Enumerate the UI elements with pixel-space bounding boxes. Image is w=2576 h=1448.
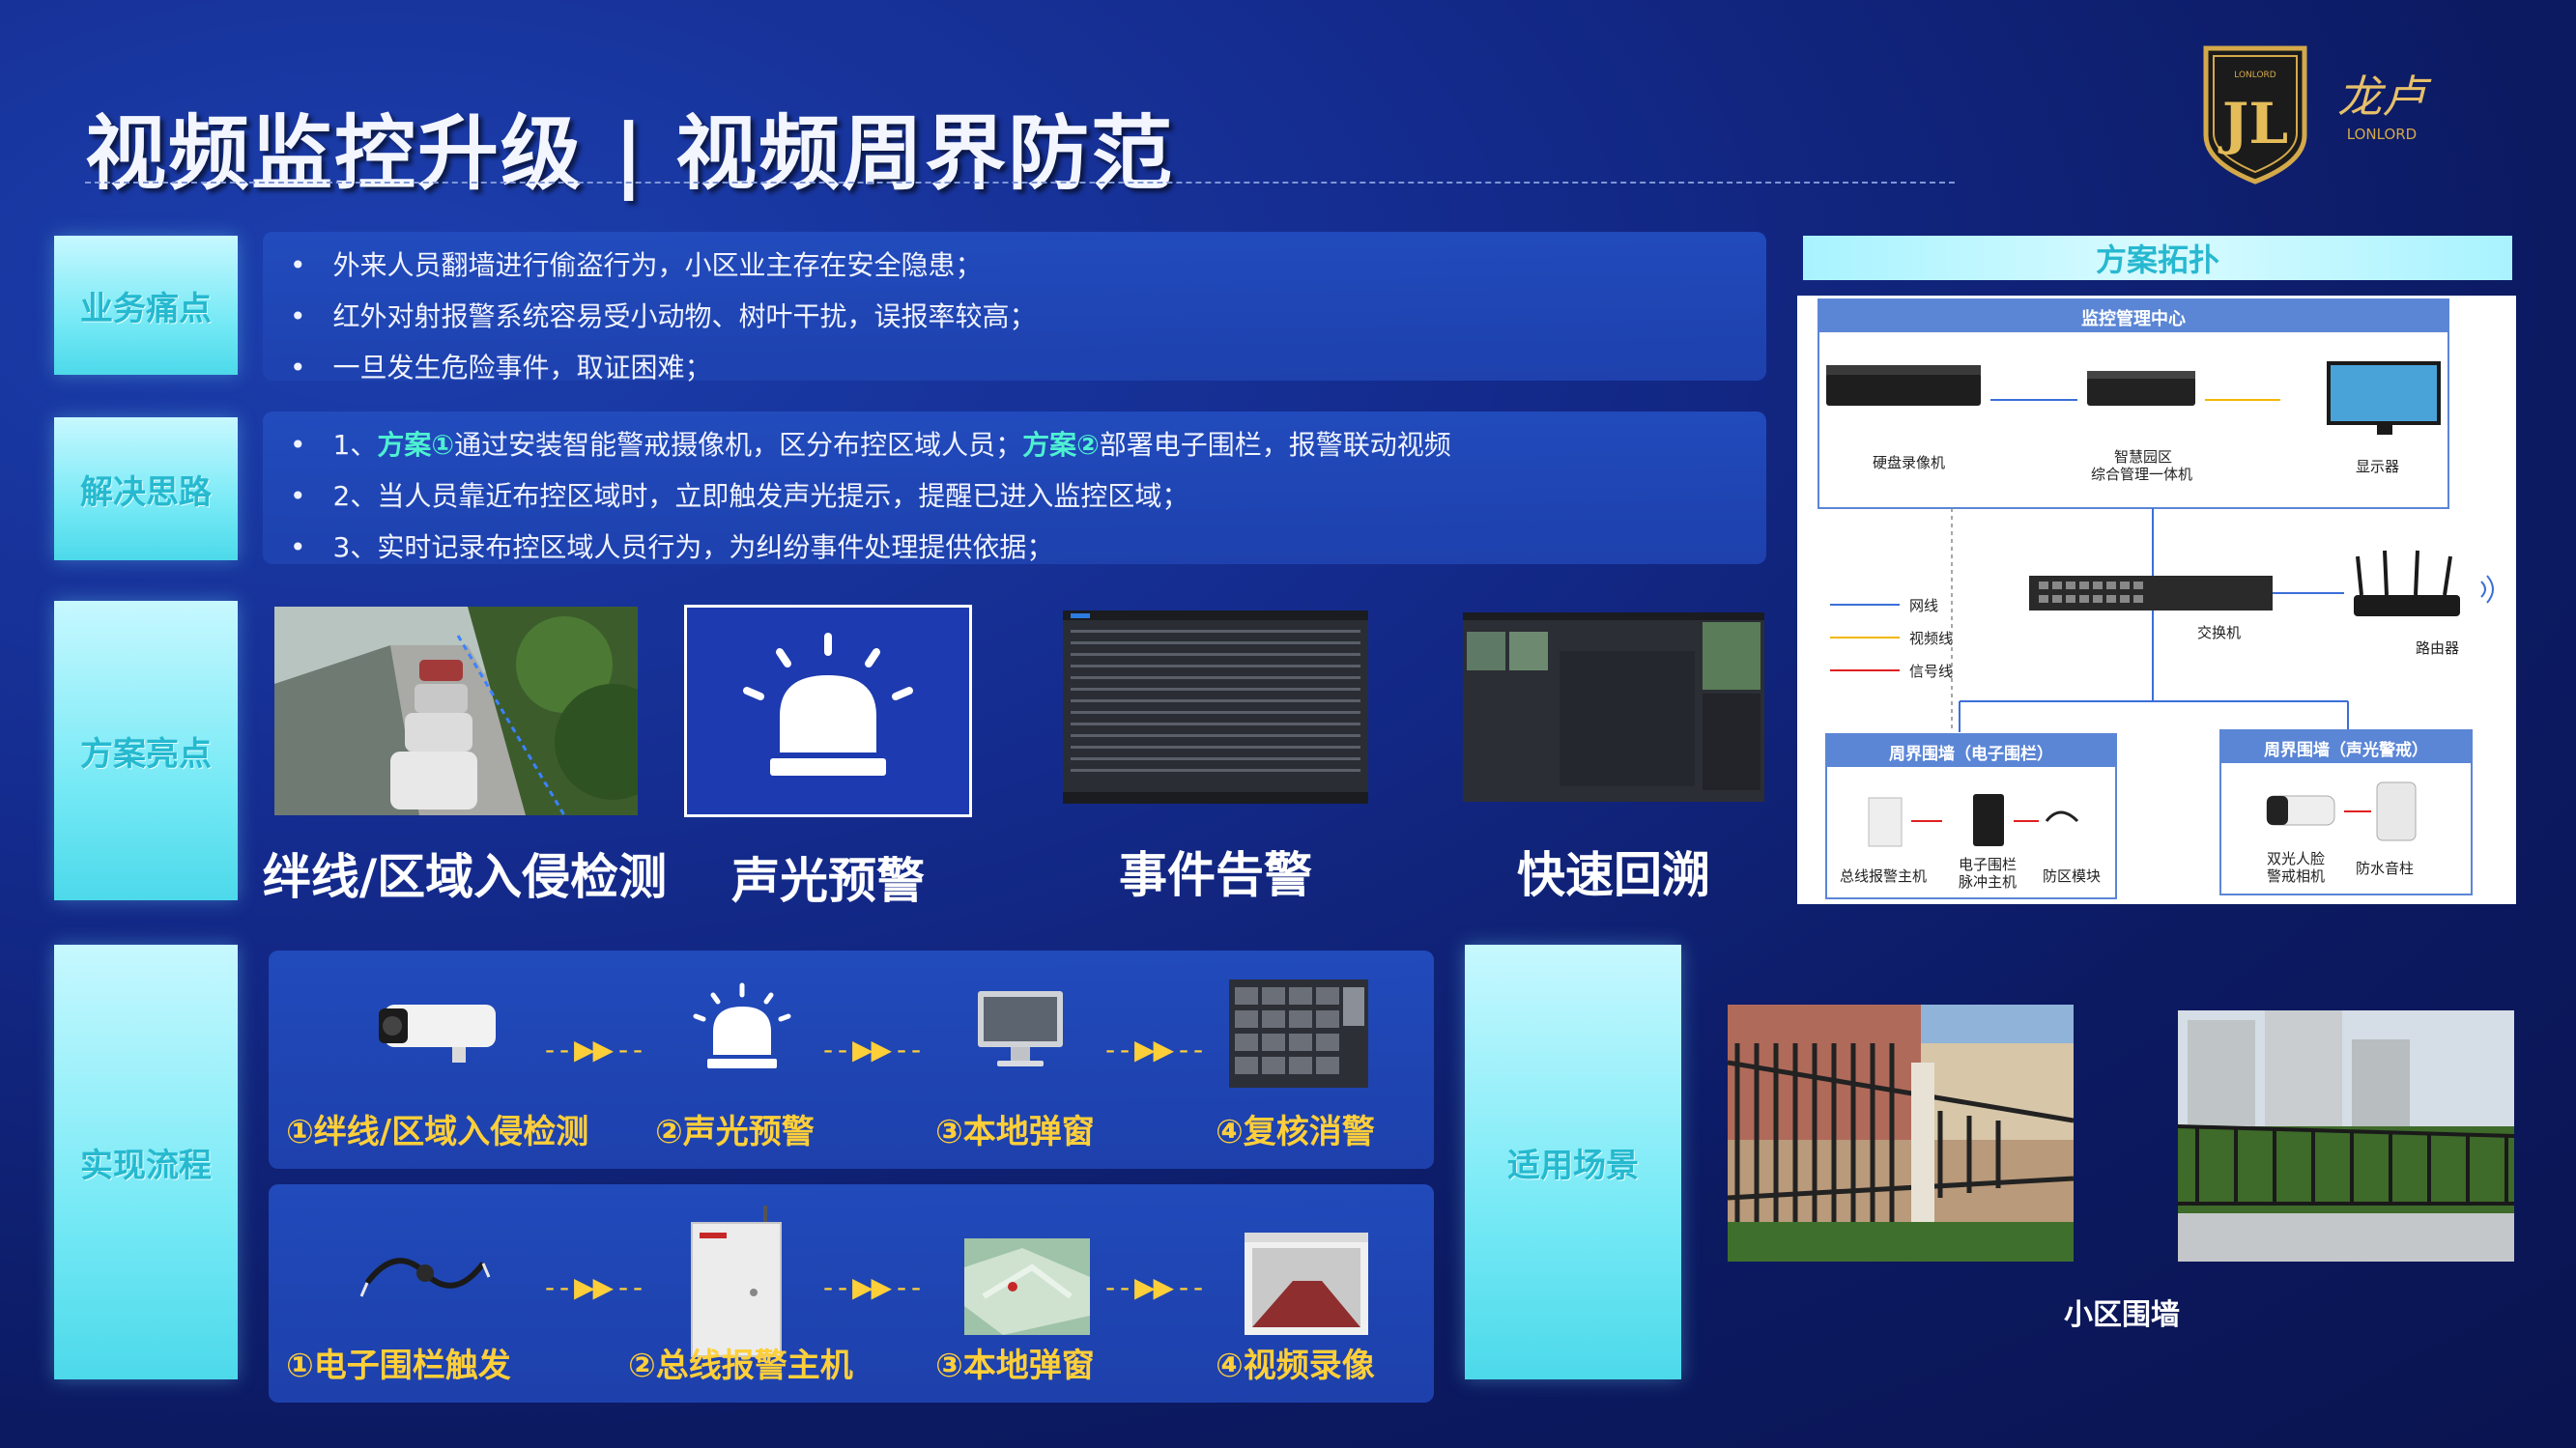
fence-host-label: 电子围栏 脉冲主机 [1958,856,2017,891]
scene-caption: 小区围墙 [2064,1298,2180,1332]
svg-text:龙卢: 龙卢 [2337,71,2432,123]
highlight-caption-tripwire: 绊线/区域入侵检测 [262,849,668,905]
router-label: 路由器 [2416,639,2460,657]
scene-photo-fence-1 [1728,1005,2074,1262]
process-step-2-4: ④视频录像 [1216,1347,1375,1385]
topology-diagram: 监控管理中心 硬盘录像机 智慧园区 综合管理一体机 显示器 网线 视频线 信号线… [1797,296,2516,904]
solution-label: 解决思路 [54,417,238,560]
svg-text:JL: JL [2218,91,2288,156]
process-step-1-2: ②声光预警 [655,1113,815,1151]
flow-arrow: - - ▶▶ - - [823,1034,921,1065]
platform-label-2: 综合管理一体机 [2091,466,2193,483]
alarm-host-icon [691,1206,782,1357]
svg-text:LONLORD: LONLORD [2347,126,2417,143]
pain-point-3: 一旦发生危险事件，取证困难； [290,342,1766,393]
highlight-caption-event: 事件告警 [1119,847,1312,903]
scene-photo-fence-2 [2178,1010,2514,1262]
flow-arrow: - - ▶▶ - - [1105,1271,1203,1303]
solution-item-1: 1、方案①通过安装智能警戒摄像机，区分布控区域人员；方案②部署电子围栏，报警联动… [290,419,1766,470]
process-step-2-3: ③本地弹窗 [935,1347,1095,1385]
process-label: 实现流程 [54,945,238,1379]
legend-signal: 信号线 [1909,663,1954,680]
event-alarm-screenshot [1063,610,1368,804]
page-title: 视频监控升级 | 视频周界防范 [85,106,1175,201]
alarm-light-box [684,605,972,817]
pain-points-panel: 外来人员翻墙进行偷盗行为，小区业主存在安全隐患； 红外对射报警系统容易受小动物、… [263,232,1766,383]
left-box-title: 周界围墙（电子围栏） [1889,745,2053,764]
bus-alarm-host-label: 总线报警主机 [1840,867,1928,885]
shield-logo-icon: LONLORD JL 龙卢 LONLORD [2203,45,2432,185]
right-box-title: 周界围墙（声光警戒） [2264,741,2428,760]
video-recording-icon [1245,1233,1368,1335]
legend-video: 视频线 [1909,630,1954,647]
title-divider [85,182,1955,184]
zone-module-label: 防区模块 [2043,867,2102,885]
monitor-icon [978,991,1063,1066]
center-title: 监控管理中心 [2081,309,2186,329]
switch-label: 交换机 [2197,624,2242,641]
svg-text:LONLORD: LONLORD [2234,71,2276,80]
process-row-1: - - ▶▶ - - - - ▶▶ - - - - ▶▶ - - ①绊线/区域入… [269,951,1434,1169]
alarm-light-icon [693,982,791,1068]
process-row-2: - - ▶▶ - - - - ▶▶ - - - - ▶▶ - - ①电子围栏触发… [269,1184,1434,1403]
video-wall-icon [1229,980,1368,1088]
solution-item-2: 2、当人员靠近布控区域时，立即触发声光提示，提醒已进入监控区域； [290,470,1766,522]
highlight-caption-alarm: 声光预警 [731,853,925,909]
process-step-2-2: ②总线报警主机 [628,1347,853,1385]
highlights-label: 方案亮点 [54,601,238,900]
solution-panel: 1、方案①通过安装智能警戒摄像机，区分布控区域人员；方案②部署电子围栏，报警联动… [263,412,1766,564]
process-step-1-3: ③本地弹窗 [935,1113,1095,1151]
fence-cable-icon [359,1258,491,1297]
pain-points-label: 业务痛点 [54,236,238,375]
scheme-2-highlight: 方案② [1022,429,1100,461]
scenes-label: 适用场景 [1465,945,1681,1379]
process-step-1-4: ④复核消警 [1216,1113,1375,1151]
waterproof-speaker-label: 防水音柱 [2356,860,2415,877]
flow-arrow: - - ▶▶ - - [545,1034,643,1065]
nvr-label: 硬盘录像机 [1873,454,1946,471]
display-label: 显示器 [2356,458,2400,475]
topology-header: 方案拓扑 [1803,236,2512,280]
highlight-caption-playback: 快速回溯 [1517,847,1710,903]
map-popup-icon [964,1238,1090,1335]
flow-arrow: - - ▶▶ - - [823,1271,921,1303]
flow-arrow: - - ▶▶ - - [545,1271,643,1303]
process-step-2-1: ①电子围栏触发 [286,1347,511,1385]
pain-point-1: 外来人员翻墙进行偷盗行为，小区业主存在安全隐患； [290,240,1766,291]
flow-arrow: - - ▶▶ - - [1105,1034,1203,1065]
legend-network: 网线 [1909,597,1939,614]
alarm-light-icon [743,633,913,776]
brand-logo: LONLORD JL 龙卢 LONLORD [2198,43,2449,187]
process-step-1-1: ①绊线/区域入侵检测 [286,1113,589,1151]
solution-item-3: 3、实时记录布控区域人员行为，为纠纷事件处理提供依据； [290,522,1766,573]
dual-light-camera-label: 双光人脸 警戒相机 [2266,850,2325,885]
bullet-camera-icon [379,1005,496,1063]
scheme-1-highlight: 方案① [377,429,455,461]
pain-point-2: 红外对射报警系统容易受小动物、树叶干扰，误报率较高； [290,291,1766,342]
tripwire-detection-image [274,607,638,815]
quick-playback-screenshot [1463,612,1764,802]
